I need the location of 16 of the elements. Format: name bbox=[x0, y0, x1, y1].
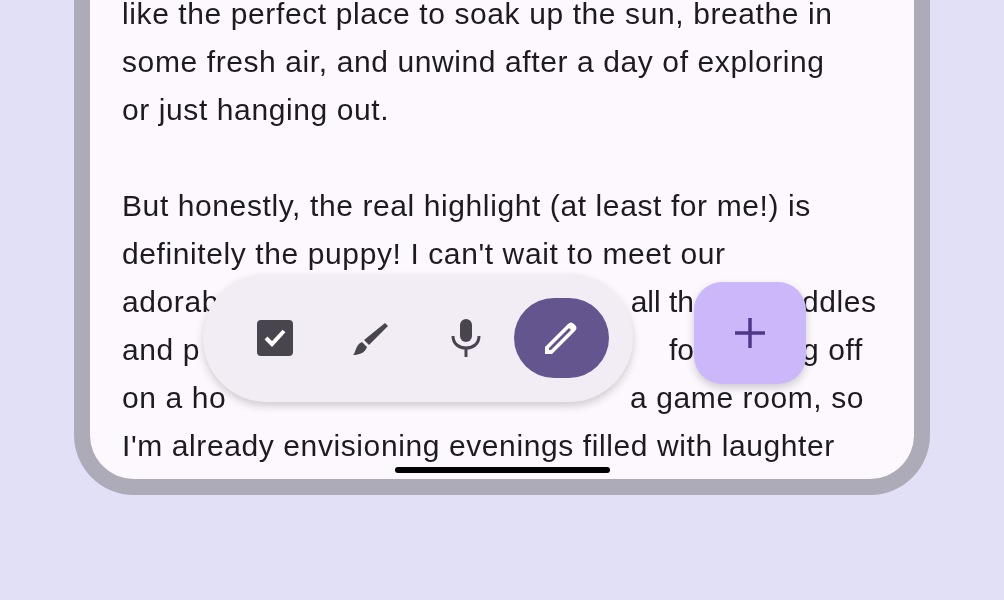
note-text: I'm already envisioning evenings filled with laughter bbox=[122, 429, 835, 462]
note-text: and p bbox=[122, 332, 201, 368]
plus-icon bbox=[735, 318, 765, 348]
note-text: But honestly, the real highlight (at least for me!) is bbox=[122, 189, 811, 222]
note-text: definitely the puppy! I can't wait to meet our bbox=[122, 237, 726, 270]
note-text: fo bbox=[668, 332, 694, 368]
note-text: a game room, so bbox=[630, 380, 865, 416]
note-text: like the perfect place to soak up the sun, breathe in bbox=[122, 0, 833, 30]
note-text: or just hanging out. bbox=[122, 93, 390, 126]
microphone-icon bbox=[450, 319, 481, 357]
checkbox-icon bbox=[256, 320, 293, 356]
add-button[interactable] bbox=[694, 282, 806, 384]
note-text: some fresh air, and unwind after a day of exploring bbox=[122, 45, 825, 78]
note-text: on a ho bbox=[122, 380, 227, 416]
note-text: ddles bbox=[802, 284, 877, 320]
note-text: all th bbox=[630, 284, 694, 320]
